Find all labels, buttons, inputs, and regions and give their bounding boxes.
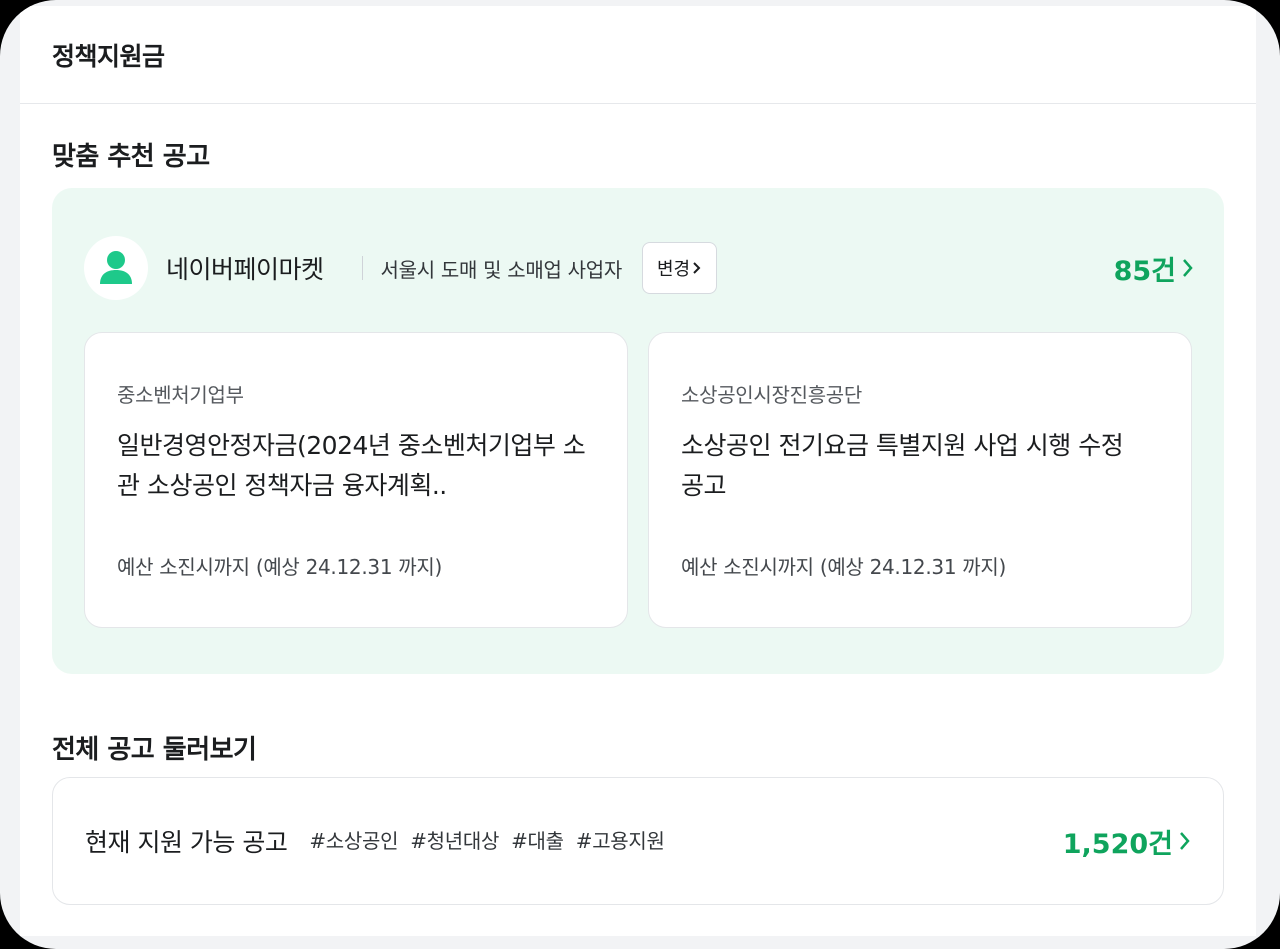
page-header: 정책지원금 bbox=[20, 6, 1256, 104]
business-name: 네이버페이마켓 bbox=[166, 255, 324, 284]
announcement-card[interactable]: 중소벤처기업부 일반경영안정자금(2024년 중소벤처기업부 소관 소상공인 정… bbox=[84, 332, 628, 628]
announcement-card[interactable]: 소상공인시장진흥공단 소상공인 전기요금 특별지원 사업 시행 수정 공고 예산… bbox=[648, 332, 1192, 628]
tag-list: #소상공인 #청년대상 #대출 #고용지원 bbox=[309, 825, 665, 854]
card-agency: 중소벤처기업부 bbox=[117, 383, 244, 407]
change-business-button[interactable]: 변경 bbox=[641, 242, 718, 294]
available-count: 1,520건 bbox=[1062, 828, 1173, 860]
tag[interactable]: #청년대상 bbox=[410, 825, 499, 854]
recommended-section-title: 맞춤 추천 공고 bbox=[52, 142, 210, 172]
tag[interactable]: #고용지원 bbox=[576, 825, 665, 854]
chevron-right-icon bbox=[1180, 832, 1190, 850]
avatar bbox=[84, 236, 148, 300]
change-button-label: 변경 bbox=[656, 259, 691, 280]
chevron-right-icon bbox=[1183, 259, 1193, 277]
business-profile-row: 네이버페이마켓 서울시 도매 및 소매업 사업자 변경 85건 bbox=[84, 236, 1194, 300]
recommended-count: 85건 bbox=[1113, 255, 1176, 287]
available-count-link[interactable]: 1,520건 bbox=[1063, 822, 1191, 861]
card-period: 예산 소진시까지 (예상 24.12.31 까지) bbox=[681, 555, 1006, 579]
recommended-count-link[interactable]: 85건 bbox=[1114, 249, 1194, 288]
user-icon bbox=[100, 251, 132, 284]
app-frame: 정책지원금 맞춤 추천 공고 네이버페이마켓 서울시 도매 및 소매업 사업자 … bbox=[0, 0, 1280, 949]
card-agency: 소상공인시장진흥공단 bbox=[681, 383, 862, 407]
page-title: 정책지원금 bbox=[52, 41, 165, 71]
policy-funding-panel: 정책지원금 맞춤 추천 공고 네이버페이마켓 서울시 도매 및 소매업 사업자 … bbox=[20, 6, 1256, 936]
browse-section-title: 전체 공고 둘러보기 bbox=[52, 735, 257, 765]
divider bbox=[361, 256, 363, 280]
tag[interactable]: #대출 bbox=[511, 825, 564, 854]
available-announcements-row[interactable]: 현재 지원 가능 공고 #소상공인 #청년대상 #대출 #고용지원 1,520건 bbox=[52, 777, 1224, 905]
card-period: 예산 소진시까지 (예상 24.12.31 까지) bbox=[117, 555, 442, 579]
chevron-right-icon bbox=[693, 262, 701, 274]
card-title: 일반경영안정자금(2024년 중소벤처기업부 소관 소상공인 정책자금 융자계획… bbox=[117, 431, 586, 500]
tag[interactable]: #소상공인 bbox=[309, 825, 398, 854]
card-title: 소상공인 전기요금 특별지원 사업 시행 수정 공고 bbox=[681, 431, 1124, 500]
available-label: 현재 지원 가능 공고 bbox=[85, 828, 288, 857]
business-type: 서울시 도매 및 소매업 사업자 bbox=[380, 257, 623, 282]
recommended-box: 네이버페이마켓 서울시 도매 및 소매업 사업자 변경 85건 중소벤처기업부 … bbox=[52, 188, 1224, 674]
